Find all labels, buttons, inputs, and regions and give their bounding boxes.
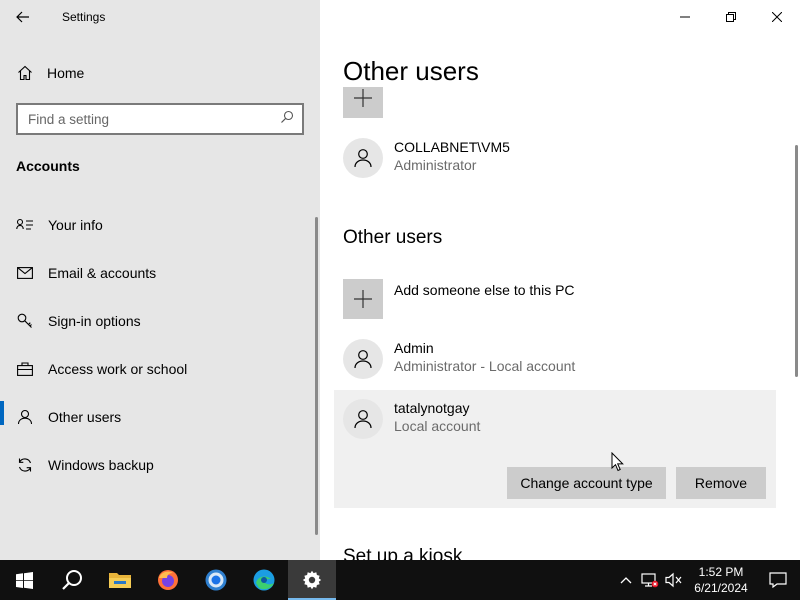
user-role: Local account bbox=[394, 418, 481, 434]
settings-gear-icon bbox=[302, 570, 322, 590]
nav-item-other-users[interactable]: Other users bbox=[0, 393, 320, 441]
taskbar-search-button[interactable] bbox=[48, 560, 96, 600]
back-button[interactable] bbox=[0, 0, 46, 33]
chevron-up-icon bbox=[620, 577, 632, 584]
search-icon bbox=[62, 570, 82, 590]
add-user-tile bbox=[343, 279, 383, 319]
add-user-button[interactable]: Add someone else to this PC bbox=[343, 279, 575, 319]
nav-item-label: Access work or school bbox=[48, 361, 188, 377]
settings-taskbar-button[interactable] bbox=[288, 560, 336, 600]
add-user-label: Add someone else to this PC bbox=[394, 282, 575, 298]
sidebar-scrollbar[interactable] bbox=[315, 217, 318, 535]
network-disconnected-icon bbox=[641, 573, 659, 588]
sidebar: Settings Home Accounts Your info Email &… bbox=[0, 0, 320, 560]
remove-button[interactable]: Remove bbox=[676, 467, 766, 499]
show-hidden-icons-button[interactable] bbox=[614, 560, 638, 600]
section-heading-other-users: Other users bbox=[343, 227, 443, 248]
volume-muted-icon bbox=[665, 572, 682, 588]
avatar bbox=[343, 138, 383, 178]
mouse-cursor-icon bbox=[611, 452, 624, 472]
user-icon bbox=[354, 149, 372, 168]
user-row-tatalynotgay[interactable]: tatalynotgay Local account bbox=[343, 399, 480, 439]
file-explorer-button[interactable] bbox=[96, 560, 144, 600]
user-row-admin[interactable]: Admin Administrator - Local account bbox=[343, 339, 575, 379]
user-row-collabnet[interactable]: COLLABNET\VM5 Administrator bbox=[343, 138, 510, 178]
nav-item-sign-in-options[interactable]: Sign-in options bbox=[0, 297, 320, 345]
user-role: Administrator - Local account bbox=[394, 358, 576, 374]
edge-icon bbox=[253, 569, 275, 591]
start-button[interactable] bbox=[0, 560, 48, 600]
content-scrollbar[interactable] bbox=[795, 145, 798, 377]
system-tray: 1:52 PM 6/21/2024 bbox=[614, 560, 800, 600]
nav-item-label: Other users bbox=[48, 409, 122, 425]
page-title: Other users bbox=[343, 56, 489, 87]
people-icon bbox=[16, 408, 34, 426]
user-icon bbox=[354, 410, 372, 429]
edge-button[interactable] bbox=[240, 560, 288, 600]
avatar bbox=[343, 339, 383, 379]
plus-icon bbox=[354, 89, 372, 107]
taskbar: 1:52 PM 6/21/2024 bbox=[0, 560, 800, 600]
user-name: Admin bbox=[394, 340, 434, 356]
nav-item-label: Your info bbox=[48, 217, 103, 233]
user-role: Administrator bbox=[394, 157, 477, 173]
user-icon bbox=[354, 350, 372, 369]
nav-item-label: Windows backup bbox=[48, 457, 154, 473]
window-title: Settings bbox=[62, 9, 106, 24]
nav-item-windows-backup[interactable]: Windows backup bbox=[0, 441, 320, 489]
taskbar-clock[interactable]: 1:52 PM 6/21/2024 bbox=[686, 560, 756, 600]
key-icon bbox=[16, 312, 34, 330]
user-name: COLLABNET\VM5 bbox=[394, 139, 510, 155]
volume-button[interactable] bbox=[662, 560, 686, 600]
title-bar-left: Settings bbox=[0, 0, 320, 33]
search-input[interactable] bbox=[28, 111, 268, 127]
avatar bbox=[343, 399, 383, 439]
main-content: Other users COLLABNET\VM5 Administrator … bbox=[320, 0, 800, 560]
user-name: tatalynotgay bbox=[394, 400, 470, 416]
notification-icon bbox=[769, 572, 787, 588]
clock-time: 1:52 PM bbox=[698, 565, 744, 579]
mail-icon bbox=[16, 264, 34, 282]
change-account-type-button[interactable]: Change account type bbox=[507, 467, 666, 499]
chrome-button[interactable] bbox=[192, 560, 240, 600]
nav-item-email-accounts[interactable]: Email & accounts bbox=[0, 249, 320, 297]
network-button[interactable] bbox=[638, 560, 662, 600]
person-card-icon bbox=[16, 216, 34, 234]
nav-item-your-info[interactable]: Your info bbox=[0, 201, 320, 249]
firefox-button[interactable] bbox=[144, 560, 192, 600]
back-arrow-icon bbox=[16, 11, 29, 22]
search-box[interactable] bbox=[16, 103, 304, 135]
clock-date: 6/21/2024 bbox=[694, 581, 748, 595]
firefox-icon bbox=[158, 570, 178, 590]
section-title-accounts: Accounts bbox=[16, 158, 80, 174]
nav-list: Your info Email & accounts Sign-in optio… bbox=[0, 201, 320, 489]
briefcase-icon bbox=[16, 360, 34, 378]
section-heading-kiosk: Set up a kiosk bbox=[343, 546, 463, 560]
search-icon[interactable] bbox=[280, 110, 294, 129]
action-center-button[interactable] bbox=[756, 560, 800, 600]
nav-item-access-work-school[interactable]: Access work or school bbox=[0, 345, 320, 393]
plus-icon bbox=[354, 290, 372, 308]
sync-icon bbox=[16, 456, 34, 474]
chrome-icon bbox=[205, 569, 227, 591]
nav-item-label: Sign-in options bbox=[48, 313, 141, 329]
nav-item-label: Email & accounts bbox=[48, 265, 157, 281]
nav-home-label: Home bbox=[47, 65, 85, 81]
file-explorer-icon bbox=[109, 573, 131, 588]
nav-home[interactable]: Home bbox=[0, 57, 320, 89]
home-icon bbox=[16, 65, 34, 81]
windows-start-icon bbox=[15, 571, 33, 589]
